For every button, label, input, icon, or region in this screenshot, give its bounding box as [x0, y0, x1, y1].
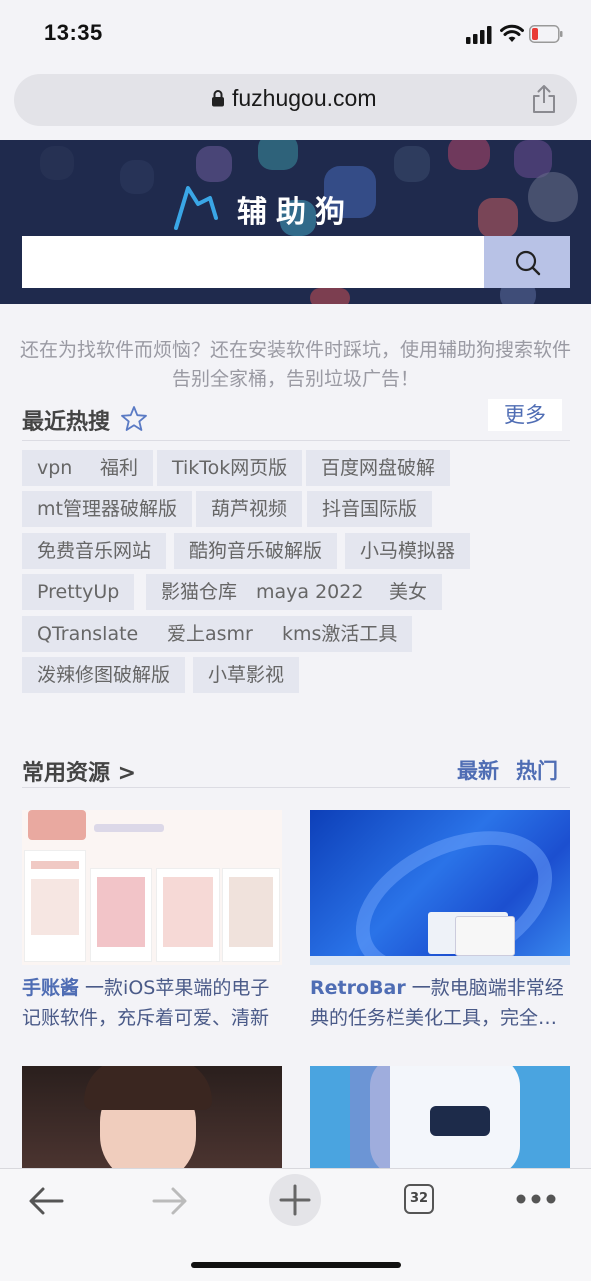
hot-tag[interactable]: 爱上asmr [152, 616, 268, 652]
hot-tag[interactable]: maya 2022 [241, 574, 379, 610]
lock-icon [212, 90, 224, 107]
new-tab-plus-icon[interactable] [268, 1173, 322, 1227]
hot-tag[interactable]: 酷狗音乐破解版 [174, 533, 338, 569]
tab-newest[interactable]: 最新 [457, 755, 499, 785]
search-button[interactable] [484, 236, 570, 288]
url-text: fuzhugou.com [232, 85, 377, 111]
search-input[interactable] [22, 236, 484, 288]
tab-hot[interactable]: 热门 [516, 755, 558, 785]
hot-tag[interactable]: QTranslate [22, 616, 154, 652]
hot-tag[interactable]: vpn [22, 450, 88, 486]
app-icon-decoration [448, 140, 490, 170]
resource-thumbnail[interactable] [22, 810, 282, 965]
hot-tag[interactable]: PrettyUp [22, 574, 135, 610]
tabs-count-button[interactable]: 32 [404, 1184, 434, 1214]
app-icon-decoration [310, 288, 350, 304]
share-icon[interactable] [531, 84, 557, 114]
app-icon-decoration [394, 146, 430, 182]
resource-thumbnail[interactable] [310, 1066, 570, 1168]
cellular-signal-icon [466, 26, 492, 44]
site-header-banner: 辅助狗 [0, 140, 591, 304]
address-bar[interactable]: fuzhugou.com [14, 74, 577, 126]
resources-title[interactable]: 常用资源 > [22, 755, 136, 787]
more-button[interactable]: 更多 [488, 399, 562, 431]
site-intro-text: 还在为找软件而烦恼？还在安装软件时踩坑，使用辅助狗搜索软件告别全家桶，告别垃圾广… [20, 339, 572, 390]
hot-tag[interactable]: 影猫仓库 [146, 574, 253, 610]
status-time: 13:35 [44, 20, 103, 45]
hot-tag[interactable]: 免费音乐网站 [22, 533, 167, 569]
battery-icon [529, 25, 563, 43]
hot-tag[interactable]: 小草影视 [193, 657, 300, 693]
forward-arrow-icon[interactable] [150, 1183, 190, 1219]
hot-tag[interactable]: 泼辣修图破解版 [22, 657, 186, 693]
hot-tag[interactable]: 百度网盘破解 [306, 450, 451, 486]
hot-search-title: 最近热搜 [22, 410, 111, 435]
hot-tag[interactable]: mt管理器破解版 [22, 491, 192, 527]
site-title: 辅助狗 [237, 195, 354, 230]
resource-name[interactable]: RetroBar [310, 977, 406, 999]
resource-thumbnail[interactable] [22, 1066, 282, 1168]
resource-name[interactable]: 手账酱 [22, 977, 79, 999]
resource-thumbnail[interactable] [310, 810, 570, 965]
search-icon [515, 250, 541, 276]
divider [22, 440, 570, 441]
status-bar: 13:35 [0, 0, 591, 70]
hot-tag[interactable]: 抖音国际版 [307, 491, 433, 527]
home-indicator [191, 1262, 401, 1268]
app-icon-decoration [258, 140, 298, 170]
hot-tag[interactable]: 美女 [374, 574, 443, 610]
hot-tag[interactable]: 葫芦视频 [196, 491, 303, 527]
more-options-icon[interactable] [515, 1193, 557, 1205]
hot-tag[interactable]: 小马模拟器 [345, 533, 471, 569]
app-icon-decoration [40, 146, 74, 180]
divider [22, 787, 570, 788]
wifi-icon [500, 24, 524, 42]
resource-description[interactable]: 手账酱 一款iOS苹果端的电子记账软件，充斥着可爱、清新 [22, 973, 286, 1033]
hot-tag[interactable]: 福利 [85, 450, 154, 486]
star-icon [121, 406, 147, 431]
hot-tag[interactable]: TikTok网页版 [157, 450, 303, 486]
resource-description[interactable]: RetroBar 一款电脑端非常经典的任务栏美化工具，完全… [310, 973, 574, 1033]
hot-tag[interactable]: kms激活工具 [267, 616, 413, 652]
back-arrow-icon[interactable] [26, 1183, 66, 1219]
